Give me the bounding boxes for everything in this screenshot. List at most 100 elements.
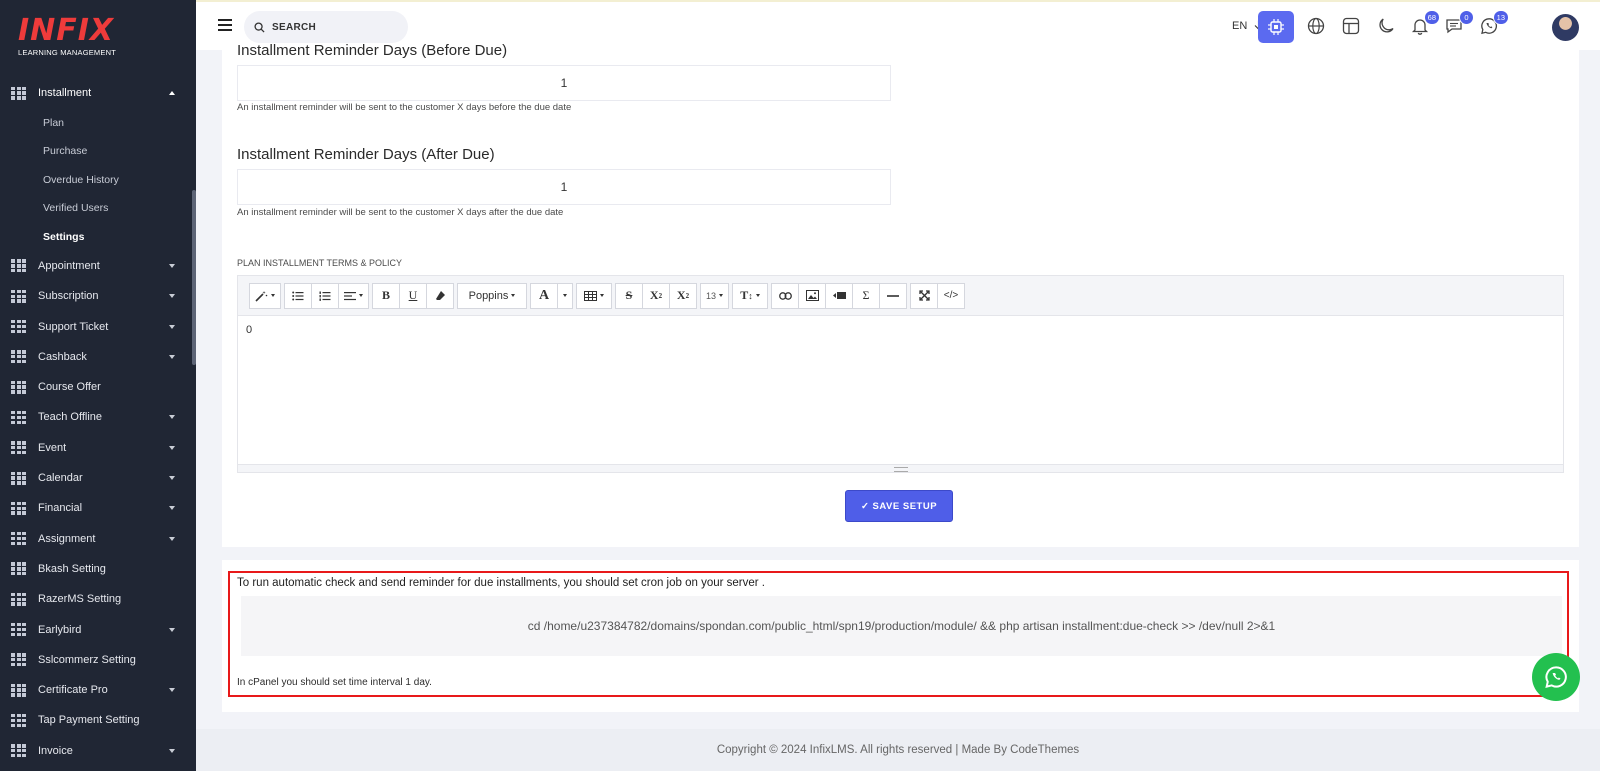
font-size-dropdown[interactable]: 13 — [700, 282, 730, 309]
search-input[interactable] — [272, 21, 392, 33]
table-button[interactable] — [576, 282, 612, 309]
sidebar-item-assignment[interactable]: Assignment — [0, 523, 192, 553]
sidebar-subitem-purchase[interactable]: Purchase — [0, 137, 192, 166]
font-size-value: 13 — [706, 290, 717, 301]
logo-brand: INFIX — [18, 13, 115, 48]
language-code: EN — [1232, 20, 1248, 32]
code-view-button[interactable]: </> — [937, 282, 966, 309]
video-icon — [832, 292, 846, 299]
insert-math-button[interactable]: Σ — [852, 282, 881, 309]
sidebar-item-razerms-setting[interactable]: RazerMS Setting — [0, 584, 192, 614]
magic-format-button[interactable] — [249, 282, 281, 309]
avatar[interactable] — [1552, 14, 1579, 41]
sidebar-subitem-plan[interactable]: Plan — [0, 108, 192, 137]
sidebar-item-certificate-pro[interactable]: Certificate Pro — [0, 675, 192, 705]
font-family-value: Poppins — [468, 289, 509, 302]
sidebar-item-calendar[interactable]: Calendar — [0, 463, 192, 493]
sidebar-item-label: Support Ticket — [38, 320, 109, 333]
editor-content-area[interactable]: 0 — [238, 316, 1563, 464]
sidebar-item-label: Tap Payment Setting — [38, 714, 140, 727]
superscript-button[interactable]: X2 — [642, 282, 670, 309]
sidebar-item-label: Teach Offline — [38, 411, 103, 424]
sidebar-item-label: Assignment — [38, 532, 96, 545]
sidebar-subitem-overdue-history[interactable]: Overdue History — [0, 165, 192, 194]
font-color-button[interactable]: A — [530, 282, 558, 309]
before-due-label: Installment Reminder Days (Before Due) — [237, 42, 508, 59]
grid-icon — [11, 350, 26, 364]
sidebar-menu-list: Appointment Subscription Support Ticket Cas… — [0, 251, 192, 766]
after-due-input[interactable] — [237, 169, 891, 205]
link-icon — [778, 291, 792, 300]
sidebar-item-invoice[interactable]: Invoice — [0, 736, 192, 766]
sidebar-item-cashback[interactable]: Cashback — [0, 342, 192, 372]
save-setup-button[interactable]: ✓ SAVE SETUP — [845, 490, 953, 522]
layout-icon-button[interactable] — [1341, 16, 1361, 36]
editor-resize-handle[interactable] — [238, 464, 1563, 472]
logo[interactable]: INFIX LEARNING MANAGEMENT — [18, 13, 116, 58]
sidebar-item-event[interactable]: Event — [0, 433, 192, 463]
chevron-down-icon — [169, 476, 175, 481]
grid-icon — [11, 259, 26, 273]
strikethrough-button[interactable]: S — [615, 282, 643, 309]
eraser-icon — [435, 291, 445, 300]
hamburger-menu-icon[interactable] — [218, 19, 232, 31]
subscript-button[interactable]: X2 — [669, 282, 697, 309]
sidebar-item-label: Invoice — [38, 744, 73, 757]
sidebar-item-bkash-setting[interactable]: Bkash Setting — [0, 554, 192, 584]
insert-link-button[interactable] — [771, 282, 800, 309]
sidebar-item-appointment[interactable]: Appointment — [0, 251, 192, 281]
grid-icon — [11, 86, 26, 100]
globe-icon — [1307, 17, 1325, 35]
sidebar-item-course-offer[interactable]: Course Offer — [0, 372, 192, 402]
sidebar-item-support-ticket[interactable]: Support Ticket — [0, 311, 192, 341]
dark-mode-icon-button[interactable] — [1376, 16, 1396, 36]
chevron-down-icon — [169, 324, 175, 329]
fullscreen-button[interactable] — [910, 282, 939, 309]
insert-image-button[interactable] — [798, 282, 827, 309]
sidebar: INFIX LEARNING MANAGEMENT Installment Pl… — [0, 0, 196, 771]
search-box[interactable] — [244, 11, 408, 43]
whatsapp-chat-button[interactable]: 13 — [1479, 10, 1509, 36]
sidebar-item-teach-offline[interactable]: Teach Offline — [0, 402, 192, 432]
chevron-down-icon — [169, 536, 175, 541]
whatsapp-float-button[interactable] — [1532, 653, 1580, 701]
chevron-down-icon — [169, 506, 175, 511]
underline-button[interactable]: U — [399, 282, 427, 309]
magic-wand-icon — [255, 290, 268, 302]
insert-video-button[interactable] — [825, 282, 854, 309]
font-color-dropdown[interactable] — [557, 282, 573, 309]
grid-icon — [11, 289, 26, 303]
globe-icon-button[interactable] — [1306, 16, 1326, 36]
notifications-button[interactable]: 68 — [1410, 10, 1440, 36]
notification-badge: 68 — [1423, 10, 1440, 25]
line-height-button[interactable]: T ↕ — [732, 282, 769, 309]
sidebar-item-sslcommerz-setting[interactable]: Sslcommerz Setting — [0, 645, 192, 675]
sidebar-item-tap-payment-setting[interactable]: Tap Payment Setting — [0, 705, 192, 735]
sidebar-item-installment[interactable]: Installment — [0, 78, 192, 108]
font-family-dropdown[interactable]: Poppins — [457, 282, 527, 309]
sidebar-scrollbar[interactable] — [192, 190, 196, 365]
bold-button[interactable]: B — [372, 282, 400, 309]
horizontal-rule-button[interactable] — [879, 282, 908, 309]
grid-icon — [11, 713, 26, 727]
before-due-input[interactable] — [237, 65, 891, 101]
paragraph-align-button[interactable] — [338, 282, 369, 309]
sidebar-item-label: Sslcommerz Setting — [38, 653, 136, 666]
chevron-down-icon — [169, 415, 175, 420]
grid-icon — [11, 744, 26, 758]
numbered-list-icon — [319, 291, 331, 301]
clear-format-button[interactable] — [426, 282, 454, 309]
sidebar-subitem-settings[interactable]: Settings — [0, 222, 192, 251]
sidebar-item-financial[interactable]: Financial — [0, 493, 192, 523]
editor-toolbar: B U Poppins A S X2 X2 13 T ↕ Σ </> — [238, 276, 1563, 316]
logo-tagline: LEARNING MANAGEMENT — [18, 48, 116, 57]
sidebar-item-label: Event — [38, 441, 67, 454]
ordered-list-button[interactable] — [311, 282, 339, 309]
installment-settings-card: Installment Reminder Days (Before Due) A… — [222, 42, 1579, 547]
sidebar-item-subscription[interactable]: Subscription — [0, 281, 192, 311]
sidebar-item-earlybird[interactable]: Earlybird — [0, 614, 192, 644]
unordered-list-button[interactable] — [284, 282, 312, 309]
chip-icon-button[interactable] — [1258, 11, 1294, 43]
sidebar-subitem-verified-users[interactable]: Verified Users — [0, 194, 192, 223]
messages-button[interactable]: 0 — [1444, 10, 1474, 36]
